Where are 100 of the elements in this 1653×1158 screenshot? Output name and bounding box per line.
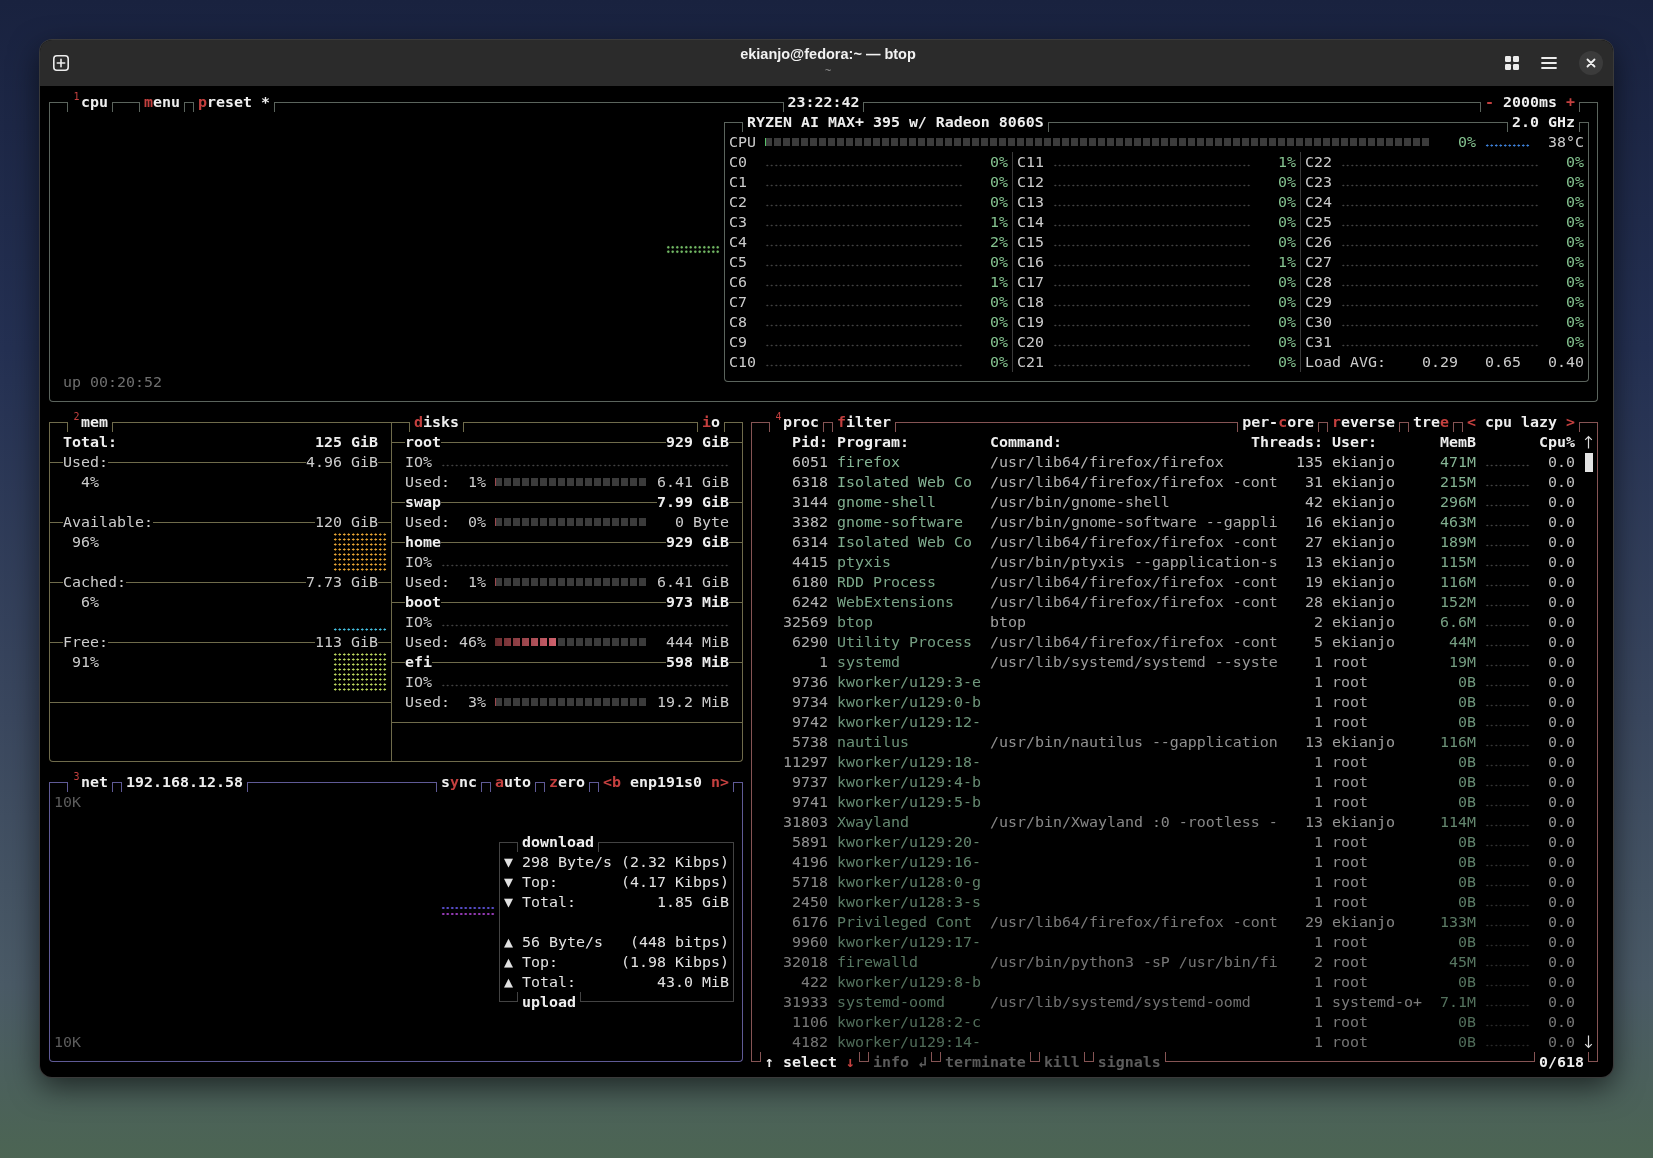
menu-icon[interactable] <box>1541 57 1557 69</box>
user-cell-text: ekianjo <box>1332 512 1396 532</box>
scroll-down-arrow-icon[interactable] <box>1584 1035 1593 1049</box>
header-option[interactable]: zero <box>549 772 586 792</box>
pid-cell-text: 11297 <box>782 752 828 772</box>
process-box-title[interactable]: $^{4}$proc <box>774 412 819 432</box>
core-label: C9 <box>729 332 748 352</box>
process-cpu-graph <box>1485 864 1530 867</box>
header-option[interactable]: reverse <box>1332 412 1396 432</box>
header-option[interactable]: filter <box>837 412 891 432</box>
network-stat-value: 43.0 MiB <box>657 972 729 992</box>
column-header[interactable]: Pid: <box>756 432 828 452</box>
column-header[interactable]: Command: <box>990 432 1251 452</box>
disks-box-title[interactable]: disks <box>414 412 459 432</box>
column-header[interactable]: Cpu% <box>1530 432 1575 452</box>
core-percent: 0% <box>989 312 1008 332</box>
new-tab-icon[interactable] <box>53 55 69 71</box>
memory-cell-text: 0B <box>1457 712 1476 732</box>
network-box-title[interactable]: $^{3}$net <box>72 772 108 792</box>
threads-cell-text: 1 <box>1313 832 1323 852</box>
header-option[interactable]: preset * <box>197 92 270 112</box>
header-option[interactable]: tree <box>1413 412 1450 432</box>
header-option[interactable]: < cpu lazy > <box>1467 412 1575 432</box>
user-cell-text: ekianjo <box>1332 532 1396 552</box>
core-label: C15 <box>1017 232 1045 252</box>
threads-cell-text: 29 <box>1304 912 1323 932</box>
command-cell-text: /usr/bin/gnome-software --gappli <box>990 512 1279 532</box>
cpu-percent-cell-text: 0.0 <box>1547 512 1575 532</box>
core-percent: 0% <box>1565 252 1584 272</box>
cpu-percent-cell-text: 0.0 <box>1547 452 1575 472</box>
threads-cell-text: 13 <box>1304 812 1323 832</box>
header-option[interactable]: sync <box>441 772 478 792</box>
pid-cell-text: 3382 <box>791 512 828 532</box>
io-box-title[interactable]: io <box>702 412 720 432</box>
core-label: C8 <box>729 312 748 332</box>
pid-cell-text: 9736 <box>791 672 828 692</box>
user-cell-text: root <box>1332 652 1369 672</box>
update-interval[interactable]: - 2000ms + <box>1485 92 1575 112</box>
pid-cell-text: 32569 <box>782 612 828 632</box>
memory-cell-text: 115M <box>1439 552 1476 572</box>
disk-used-value: 0 Byte <box>674 512 729 532</box>
cpu-box-title[interactable]: $^{1}$cpu <box>72 92 108 112</box>
program-cell-text: gnome-software <box>837 512 964 532</box>
scrollbar-thumb[interactable] <box>1584 453 1593 472</box>
core-label: C18 <box>1017 292 1045 312</box>
pid-cell-text: 4196 <box>791 852 828 872</box>
grid-view-icon[interactable] <box>1505 56 1519 70</box>
memory-cell-text: 0B <box>1457 932 1476 952</box>
core-label: C22 <box>1305 152 1333 172</box>
memory-box-title[interactable]: $^{2}$mem <box>72 412 108 432</box>
header-option[interactable]: menu <box>144 92 180 112</box>
column-header[interactable]: Program: <box>837 432 990 452</box>
close-icon[interactable] <box>1579 51 1603 75</box>
threads-cell-text: 1 <box>1313 932 1323 952</box>
core-label: C6 <box>729 272 748 292</box>
cpu-percent-cell-text: 0.0 <box>1547 532 1575 552</box>
core-label: C23 <box>1305 172 1333 192</box>
program-cell-text: kworker/u129:20- <box>837 832 982 852</box>
memory-cell-text: 0B <box>1457 972 1476 992</box>
cpu-percent-cell-text: 0.0 <box>1547 712 1575 732</box>
column-header[interactable]: Threads: <box>1251 432 1323 452</box>
uptime-text: up 00:20:52 <box>62 372 162 392</box>
command-cell-text: /usr/bin/gnome-shell <box>990 492 1171 512</box>
process-cpu-graph <box>1485 624 1530 627</box>
pid-cell-text: 31933 <box>782 992 828 1012</box>
column-header[interactable]: User: <box>1332 432 1431 452</box>
process-cpu-graph <box>1485 724 1530 727</box>
scroll-up-arrow-icon[interactable] <box>1584 435 1593 449</box>
network-stat-label: ▲ Total: <box>504 972 576 992</box>
process-cpu-graph <box>1485 584 1530 587</box>
network-stat-label: ▲ Top: <box>504 952 558 972</box>
command-cell-text: /usr/lib64/firefox/firefox -cont <box>990 532 1279 552</box>
command-cell-text: /usr/lib64/firefox/firefox -cont <box>990 912 1279 932</box>
memory-stat-percent: 4% <box>80 472 99 492</box>
memory-cell-text: 116M <box>1439 732 1476 752</box>
disk-used-label: Used: <box>405 692 450 712</box>
memory-cell-text: 0B <box>1457 892 1476 912</box>
pid-cell-text: 6176 <box>791 912 828 932</box>
memory-stat-percent: 91% <box>71 652 99 672</box>
header-option[interactable]: per-core <box>1242 412 1315 432</box>
cpu-percent-cell-text: 0.0 <box>1547 792 1575 812</box>
process-cpu-graph <box>1485 564 1530 567</box>
process-cpu-graph <box>1485 884 1530 887</box>
threads-cell-text: 2 <box>1313 612 1323 632</box>
memory-cell-text: 0B <box>1457 872 1476 892</box>
memory-stat-percent: 6% <box>80 592 99 612</box>
disk-io-label: IO% <box>405 452 432 472</box>
column-header[interactable]: MemB <box>1431 432 1476 452</box>
user-cell-text: root <box>1332 792 1369 812</box>
memory-cell-text: 215M <box>1439 472 1476 492</box>
process-cpu-graph <box>1485 844 1530 847</box>
footer-action[interactable]: ↑ select ↓ <box>765 1052 855 1072</box>
pid-cell-text: 4182 <box>791 1032 828 1052</box>
header-option[interactable]: auto <box>495 772 532 792</box>
load-avg-value: 0.65 <box>1484 352 1521 372</box>
clock-time: 23:22:42 <box>787 92 860 112</box>
threads-cell-text: 1 <box>1313 892 1323 912</box>
core-percent: 0% <box>1565 272 1584 292</box>
header-option[interactable]: <b enp191s0 n> <box>603 772 729 792</box>
core-percent: 1% <box>1277 252 1296 272</box>
